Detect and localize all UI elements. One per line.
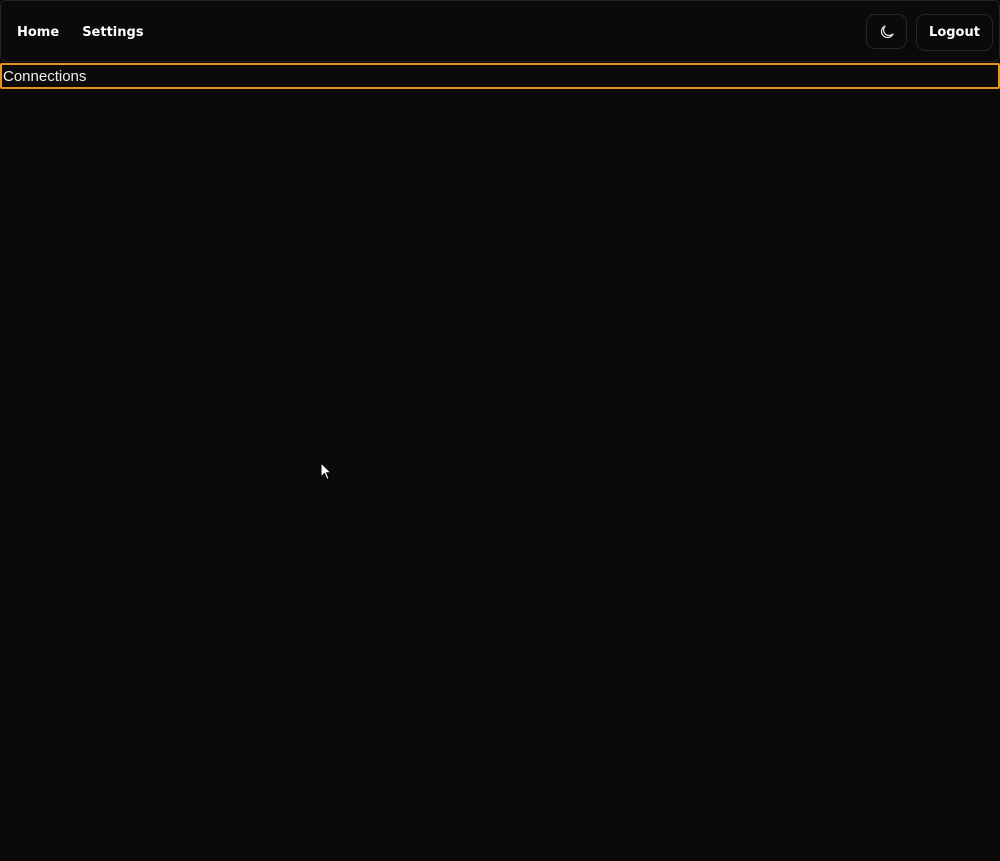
top-navbar: Home Settings Logout [0,0,1000,62]
theme-toggle-button[interactable] [866,14,907,49]
nav-link-home[interactable]: Home [17,25,59,40]
moon-icon [880,24,894,38]
connections-label: Connections [3,67,87,85]
nav-links: Home Settings [17,1,144,63]
connections-section[interactable]: Connections [0,63,1000,89]
logout-button[interactable]: Logout [916,14,993,51]
mouse-cursor-icon [320,462,332,481]
nav-link-settings[interactable]: Settings [82,25,143,40]
